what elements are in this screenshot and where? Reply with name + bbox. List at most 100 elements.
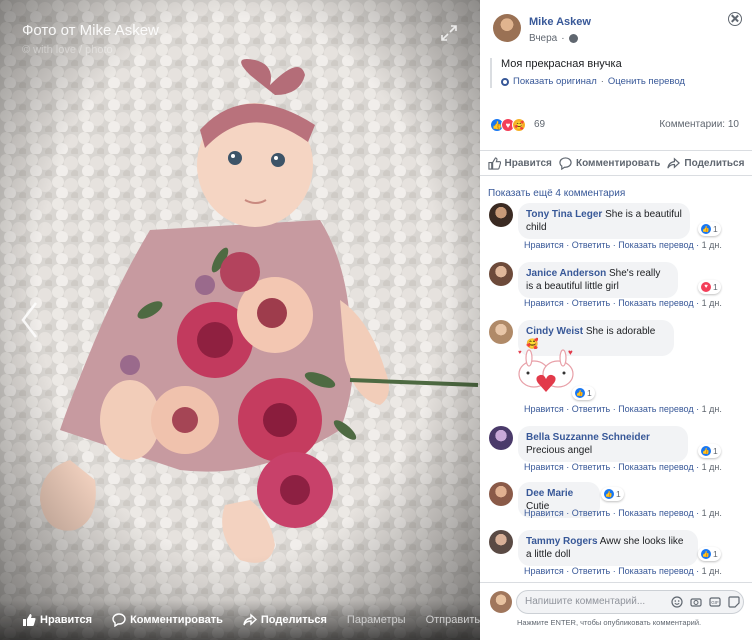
comment-actions: Нравится · Ответить · Показать перевод ·… (524, 298, 722, 308)
like-reaction-icon: 👍 (701, 224, 711, 234)
comment-bubble-icon (112, 613, 126, 627)
comment-reaction-badge[interactable]: 👍 1 (698, 547, 721, 561)
commenter-name[interactable]: Dee Marie (526, 488, 573, 499)
photo-options-button[interactable]: Параметры (347, 614, 406, 626)
emoji-icon[interactable] (671, 596, 683, 608)
comment-time[interactable]: 1 дн. (702, 240, 722, 250)
comment-like-link[interactable]: Нравится (524, 566, 564, 576)
show-original-link[interactable]: Показать оригинал (513, 76, 597, 87)
photo-pane: Фото от Mike Askew © with love / photo Н… (0, 0, 480, 640)
commenter-avatar[interactable] (489, 426, 513, 450)
send-in-messenger-button[interactable]: Отправить в Messenger (426, 614, 480, 626)
comment-reply-link[interactable]: Ответить (572, 240, 610, 250)
globe-icon (568, 34, 578, 43)
cute-bunnies-sticker[interactable]: ♥ ♥ (516, 346, 576, 398)
composer-tools: GIF (671, 596, 740, 608)
comment-actions: Нравится · Ответить · Показать перевод ·… (524, 566, 722, 576)
photo-image[interactable] (0, 0, 480, 640)
comment-show-translation-link[interactable]: Показать перевод (618, 462, 693, 472)
translation-links: Показать оригинал · Оценить перевод (501, 76, 742, 87)
photo-comment-button[interactable]: Комментировать (112, 613, 223, 627)
like-reaction-icon: 👍 (604, 489, 614, 499)
photo-like-button[interactable]: Нравится (22, 613, 92, 627)
reactions-summary: 👍 ♥ 🥰 69 Комментарии: 10 (480, 114, 752, 140)
comment-show-translation-link[interactable]: Показать перевод (618, 508, 693, 518)
commenter-name[interactable]: Tony Tina Leger (526, 209, 602, 220)
comment-like-link[interactable]: Нравится (524, 240, 564, 250)
comment-reply-link[interactable]: Ответить (572, 566, 610, 576)
svg-text:♥: ♥ (568, 348, 573, 357)
comment-show-translation-link[interactable]: Показать перевод (618, 240, 693, 250)
gif-icon[interactable]: GIF (709, 596, 721, 608)
share-button[interactable]: Поделиться (667, 157, 744, 170)
caption-block: Моя прекрасная внучка Показать оригинал … (490, 58, 742, 88)
comment-reaction-badge[interactable]: 👍 1 (698, 444, 721, 458)
photo-share-button[interactable]: Поделиться (243, 613, 327, 627)
comment-like-link[interactable]: Нравится (524, 404, 564, 414)
comment-text: Precious angel (526, 445, 593, 456)
comment-time[interactable]: 1 дн. (702, 298, 722, 308)
comment-count[interactable]: Комментарии: 10 (659, 119, 739, 130)
gear-icon (501, 77, 509, 86)
like-reaction-icon: 👍 (701, 549, 711, 559)
commenter-avatar[interactable] (489, 320, 513, 344)
previous-photo-chevron-icon[interactable] (18, 300, 40, 340)
comment-button[interactable]: Комментировать (559, 156, 660, 170)
comment-show-translation-link[interactable]: Показать перевод (618, 566, 693, 576)
comment-actions: Нравится · Ответить · Показать перевод ·… (524, 508, 722, 518)
close-icon[interactable] (728, 12, 742, 26)
svg-text:♥: ♥ (518, 350, 522, 356)
post-header: Mike Askew Вчера · (480, 0, 752, 52)
comment-reaction-badge[interactable]: ♥ 1 (698, 280, 721, 294)
comment-time[interactable]: 1 дн. (702, 462, 722, 472)
reaction-icons[interactable]: 👍 ♥ 🥰 (490, 118, 526, 132)
like-reaction-icon: 👍 (701, 446, 711, 456)
composer-hint: Нажмите ENTER, чтобы опубликовать коммен… (517, 618, 702, 627)
comment-like-link[interactable]: Нравится (524, 508, 564, 518)
comment-bubble: Bella Suzzanne Schneider Precious angel (518, 426, 688, 462)
rate-translation-link[interactable]: Оценить перевод (608, 76, 685, 87)
like-button[interactable]: Нравится (487, 156, 552, 170)
comment-like-link[interactable]: Нравится (524, 462, 564, 472)
sticker-icon[interactable] (728, 596, 740, 608)
show-more-comments-link[interactable]: Показать ещё 4 комментария (488, 188, 625, 199)
comment-reply-link[interactable]: Ответить (572, 404, 610, 414)
comment-reaction-badge[interactable]: 👍 1 (572, 386, 595, 400)
comment-actions: Нравится · Ответить · Показать перевод ·… (524, 240, 722, 250)
comment-reply-link[interactable]: Ответить (572, 508, 610, 518)
comment-reply-link[interactable]: Ответить (572, 298, 610, 308)
comment-show-translation-link[interactable]: Показать перевод (618, 298, 693, 308)
commenter-avatar[interactable] (489, 482, 513, 506)
comment-show-translation-link[interactable]: Показать перевод (618, 404, 693, 414)
commenter-avatar[interactable] (489, 203, 513, 227)
camera-icon[interactable] (690, 596, 702, 608)
care-reaction-icon: 🥰 (512, 118, 526, 132)
commenter-avatar[interactable] (489, 262, 513, 286)
comment-reply-link[interactable]: Ответить (572, 462, 610, 472)
photo-viewer: Фото от Mike Askew © with love / photo Н… (0, 0, 752, 640)
love-reaction-icon: ♥ (701, 282, 711, 292)
comment-time[interactable]: 1 дн. (702, 404, 722, 414)
comment-time[interactable]: 1 дн. (702, 566, 722, 576)
comment-actions: Нравится · Ответить · Показать перевод ·… (524, 404, 722, 414)
comment-time[interactable]: 1 дн. (702, 508, 722, 518)
commenter-name[interactable]: Janice Anderson (526, 268, 606, 279)
fullscreen-icon[interactable] (440, 24, 458, 42)
reaction-count[interactable]: 69 (534, 119, 545, 130)
like-reaction-icon: 👍 (575, 388, 585, 398)
comment-reaction-badge[interactable]: 👍 1 (601, 487, 624, 501)
commenter-name[interactable]: Bella Suzzanne Schneider (526, 432, 650, 443)
photo-action-bar: Нравится Комментировать Поделиться Парам… (0, 600, 480, 640)
comment-like-link[interactable]: Нравится (524, 298, 564, 308)
photo-title: Фото от Mike Askew (22, 22, 159, 39)
post-actions: Нравится Комментировать Поделиться (480, 150, 752, 176)
author-name[interactable]: Mike Askew (529, 16, 591, 28)
comment-reaction-badge[interactable]: 👍 1 (698, 222, 721, 236)
commenter-avatar[interactable] (489, 530, 513, 554)
commenter-name[interactable]: Cindy Weist (526, 326, 583, 337)
comment-actions: Нравится · Ответить · Показать перевод ·… (524, 462, 722, 472)
share-arrow-icon (667, 157, 681, 169)
author-avatar[interactable] (493, 14, 521, 42)
commenter-name[interactable]: Tammy Rogers (526, 536, 598, 547)
post-time[interactable]: Вчера (529, 33, 557, 44)
